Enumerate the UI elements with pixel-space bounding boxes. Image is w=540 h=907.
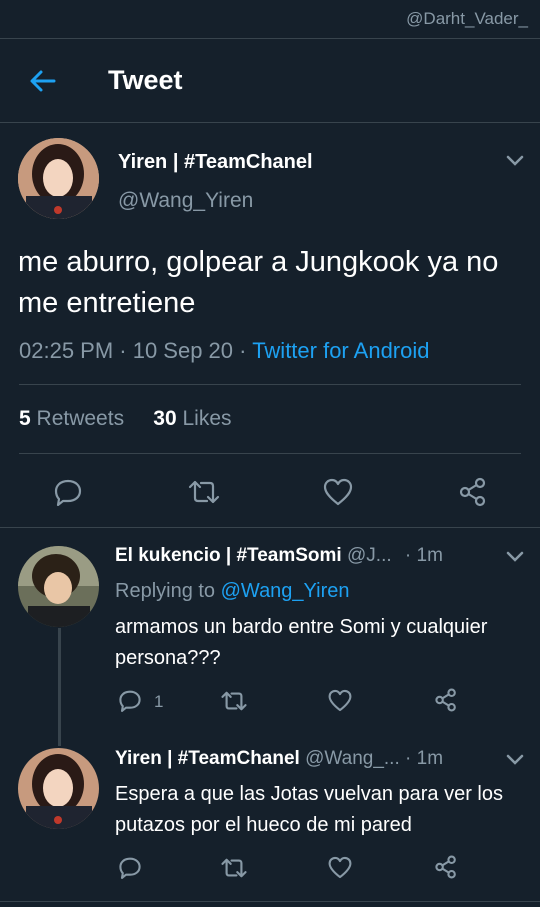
reply-author-name[interactable]: Yiren | #TeamChanel [115,748,300,769]
tweet-meta: 02:25 PM · 10 Sep 20 · Twitter for Andro… [19,338,430,364]
avatar[interactable] [18,546,99,627]
section-divider [0,901,540,902]
reply-header: Yiren | #TeamChanel @Wang_... · 1m [115,748,443,770]
retweets-stat[interactable]: 5 Retweets [19,407,124,430]
tweet-text: me aburro, golpear a Jungkook ya no me e… [18,246,499,319]
share-icon[interactable] [434,855,458,879]
replying-to: Replying to @Wang_Yiren [115,580,350,602]
tweet-source-link[interactable]: Twitter for Android [252,338,429,363]
share-icon[interactable] [434,688,458,712]
chevron-down-icon[interactable] [506,155,524,167]
tweet-timestamp: 02:25 PM · 10 Sep 20 · [19,338,253,363]
reply-author-handle[interactable]: @J... [347,545,392,566]
reply-header: El kukencio | #TeamSomi @J... · 1m [115,545,443,567]
thread-line [58,628,61,746]
section-divider [0,527,540,528]
reply-text: armamos un bardo entre Somi y cualquier … [115,616,488,669]
author-handle[interactable]: @Wang_Yiren [118,189,253,213]
retweet-icon[interactable] [187,479,221,505]
reply-count: 1 [154,692,164,711]
page-title: Tweet [108,65,183,95]
like-icon[interactable] [328,689,352,712]
divider [19,384,521,385]
reply-author-handle[interactable]: @Wang_... [305,748,400,769]
reply-icon[interactable] [118,689,142,712]
reply-author-name[interactable]: El kukencio | #TeamSomi [115,545,342,566]
author-name[interactable]: Yiren | #TeamChanel [118,151,313,174]
chevron-down-icon[interactable] [506,551,524,563]
reply-text: Espera a que las Jotas vuelvan para ver … [115,783,503,836]
watermark: @Darht_Vader_ [406,9,528,28]
avatar[interactable] [18,748,99,829]
chevron-down-icon[interactable] [506,754,524,766]
like-icon[interactable] [323,478,353,506]
tweet-stats: 5 Retweets 30 Likes [19,407,232,431]
reply-time: · 1m [404,545,443,566]
top-bar: Tweet [0,38,540,123]
share-icon[interactable] [458,477,488,507]
like-icon[interactable] [328,856,352,879]
likes-stat[interactable]: 30 Likes [153,407,231,430]
avatar[interactable] [18,138,99,219]
divider [19,453,521,454]
back-arrow-icon[interactable] [28,66,58,96]
replying-to-handle[interactable]: @Wang_Yiren [221,580,350,602]
reply-icon[interactable] [53,478,83,506]
reply-icon[interactable] [118,856,142,879]
retweet-icon[interactable] [220,857,248,879]
retweet-icon[interactable] [220,690,248,712]
reply-time: · 1m [405,748,444,769]
